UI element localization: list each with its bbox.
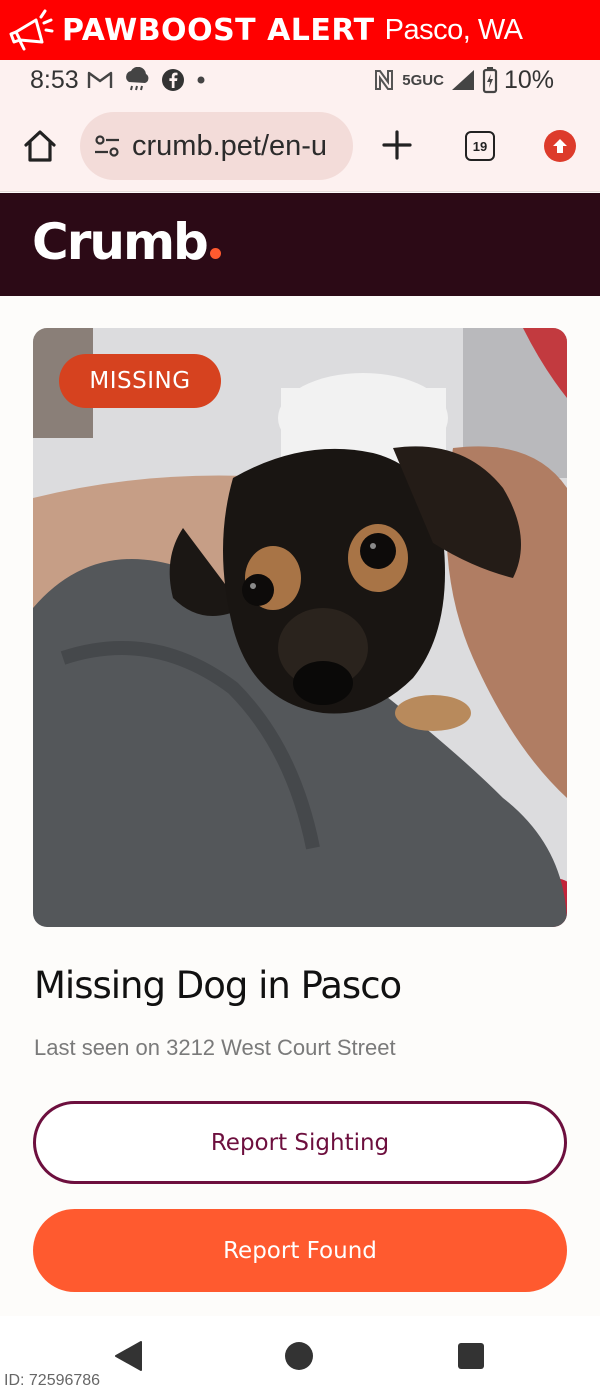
address-bar[interactable]: crumb.pet/en-u <box>80 112 353 180</box>
arrow-up-icon <box>553 139 567 153</box>
home-nav-icon[interactable] <box>285 1342 313 1370</box>
logo-text: Crumb <box>32 213 209 271</box>
alert-location: Pasco, WA <box>384 13 523 46</box>
site-header: Crumb <box>0 193 600 296</box>
tabs-icon[interactable]: 19 <box>465 131 495 161</box>
alert-title: PAWBOOST ALERT <box>62 12 375 48</box>
status-badge: MISSING <box>59 354 221 408</box>
battery-level: 10% <box>503 65 554 94</box>
dot-icon <box>197 76 205 84</box>
battery-charging-icon <box>482 67 498 94</box>
url-text[interactable]: crumb.pet/en-u <box>132 130 342 163</box>
report-sighting-button[interactable]: Report Sighting <box>33 1101 567 1184</box>
pet-photo-card: MISSING <box>33 328 567 927</box>
nfc-icon <box>375 70 394 90</box>
recents-icon[interactable] <box>458 1343 484 1369</box>
logo-dot <box>209 248 221 259</box>
network-type: 5GUC <box>402 71 444 89</box>
plus-icon[interactable] <box>380 128 414 162</box>
weather-rain-icon <box>125 67 149 91</box>
page-title: Missing Dog in Pasco <box>34 964 402 1007</box>
megaphone-icon <box>9 9 54 51</box>
facebook-icon <box>161 69 184 91</box>
crumb-logo[interactable]: Crumb <box>32 213 221 271</box>
signal-icon <box>451 70 474 90</box>
tab-count: 19 <box>472 138 488 154</box>
status-bar: 8:53 5GUC 10% <box>0 60 600 100</box>
alert-banner: PAWBOOST ALERT Pasco, WA <box>0 0 600 60</box>
back-icon[interactable] <box>113 1340 143 1372</box>
site-settings-icon[interactable] <box>92 131 122 161</box>
last-seen-text: Last seen on 3212 West Court Street <box>34 1035 396 1060</box>
update-icon[interactable] <box>544 130 576 162</box>
status-time: 8:53 <box>30 65 79 94</box>
browser-toolbar: crumb.pet/en-u 19 <box>0 100 600 192</box>
home-icon[interactable] <box>22 128 58 164</box>
gmail-icon <box>87 71 112 88</box>
listing-id: ID: 72596786 <box>4 1372 101 1389</box>
dog-photo <box>33 328 567 927</box>
report-found-button[interactable]: Report Found <box>33 1209 567 1292</box>
